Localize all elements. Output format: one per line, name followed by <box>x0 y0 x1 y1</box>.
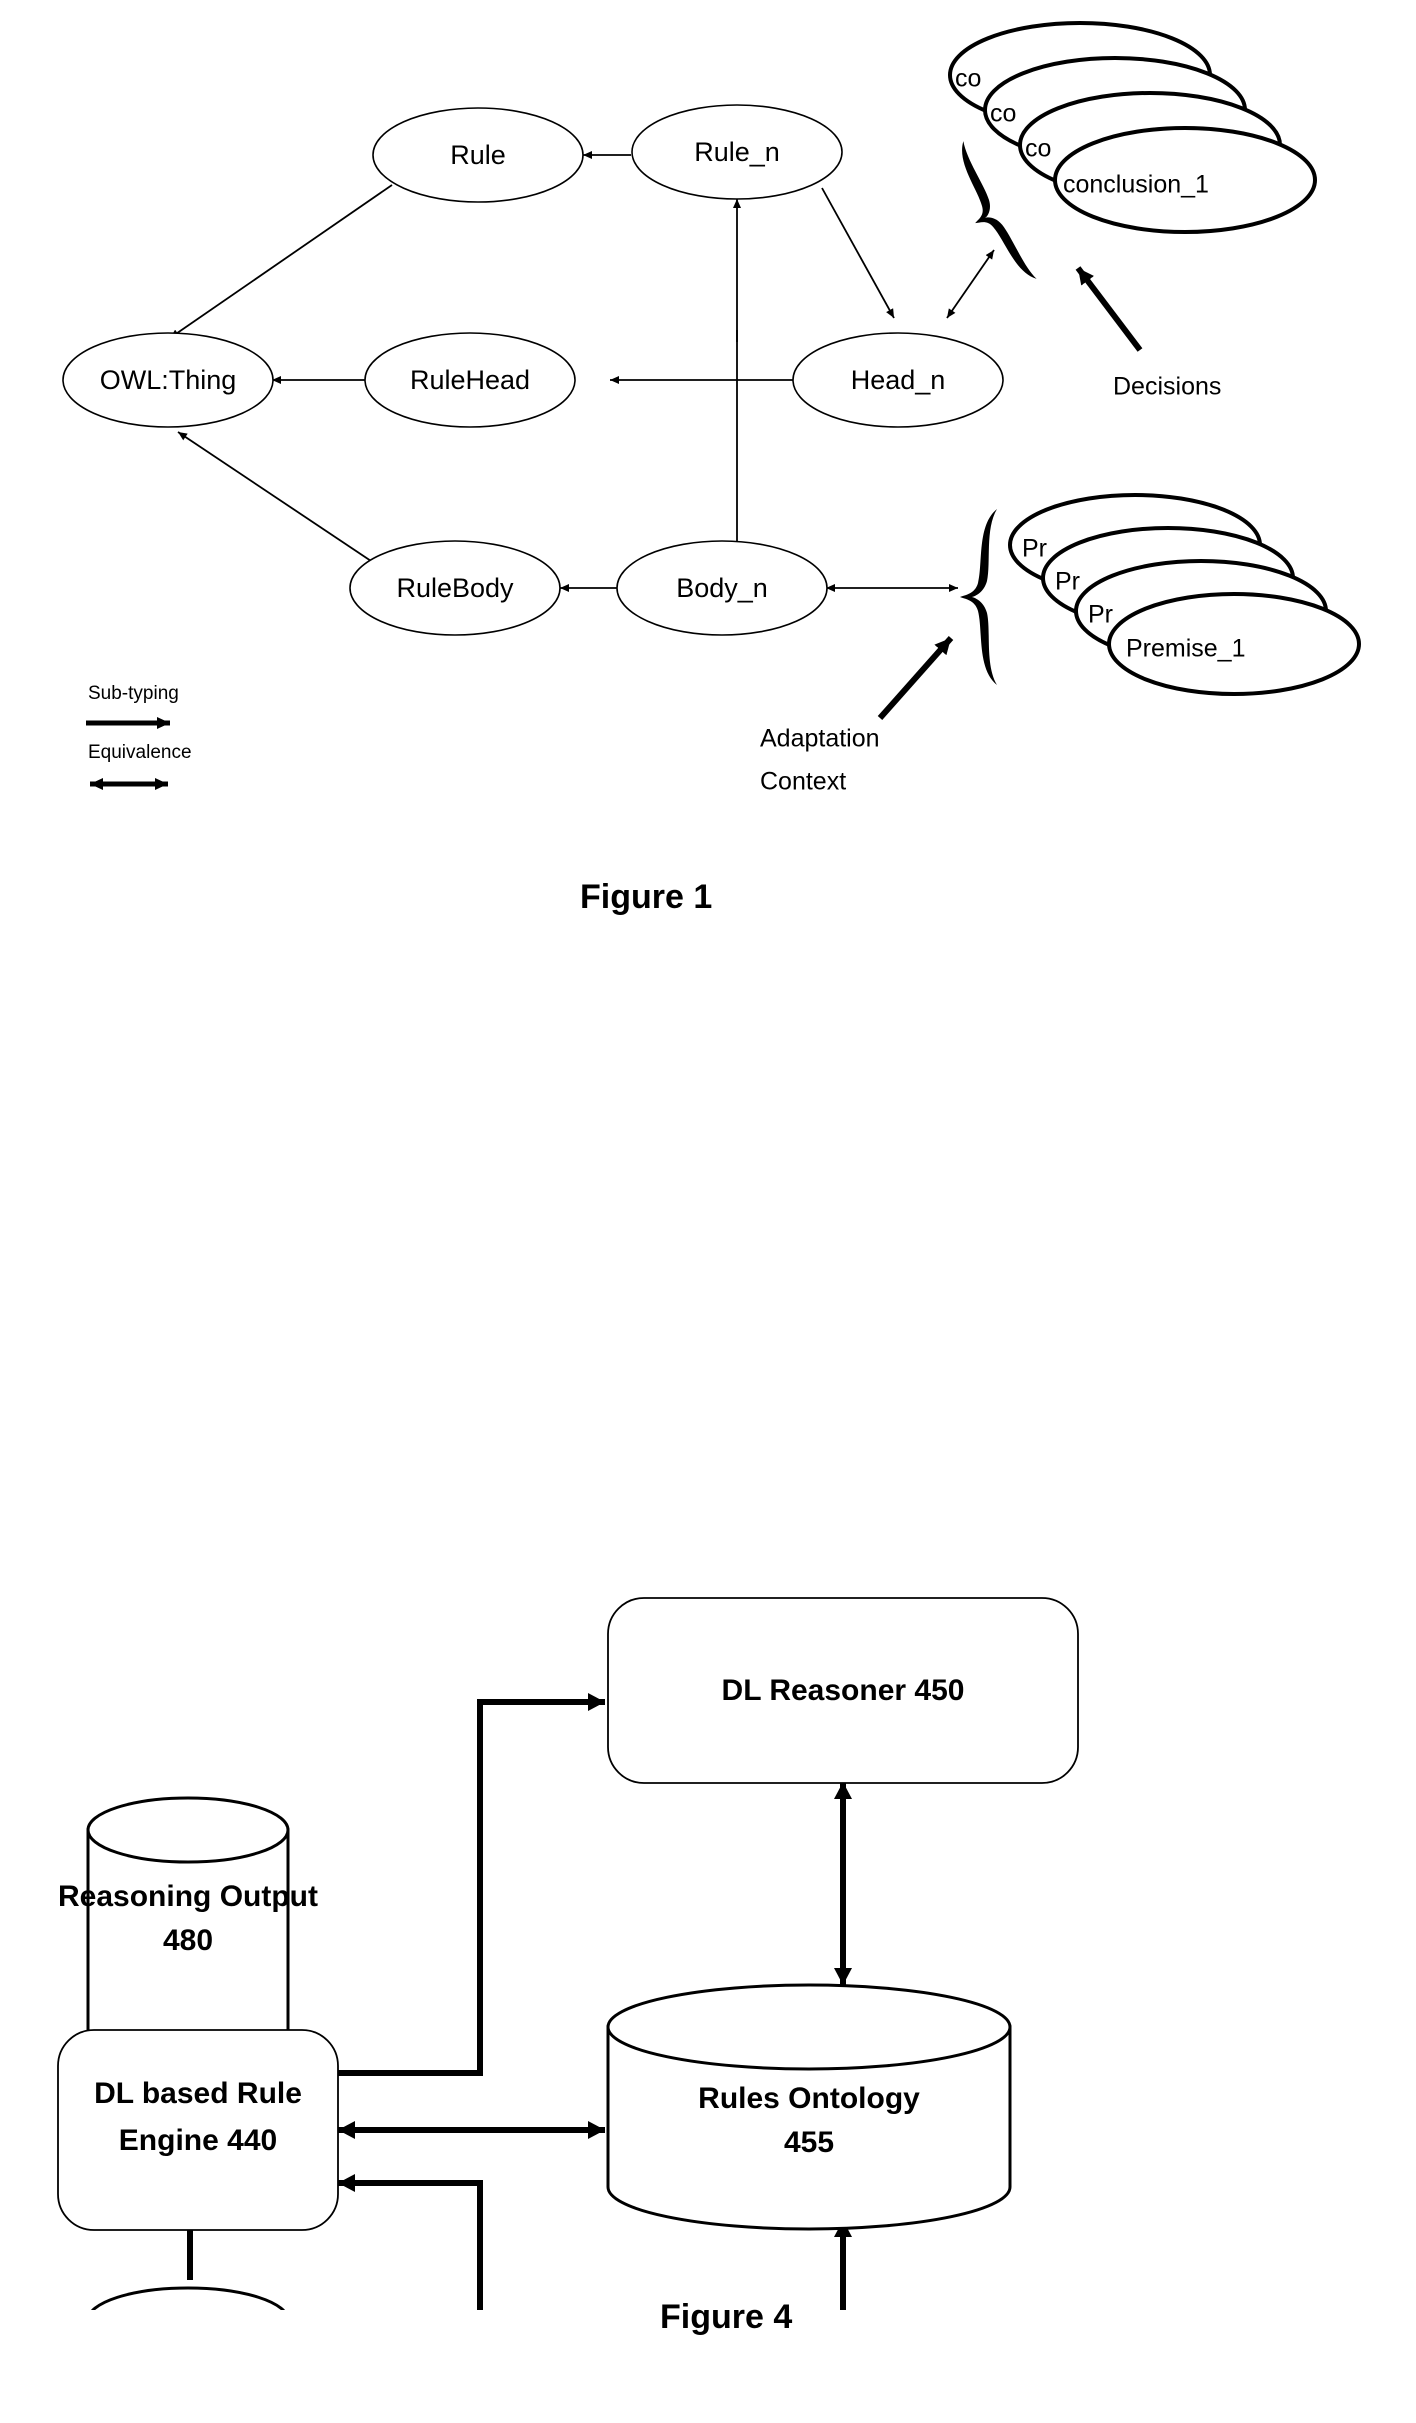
rules-ontology-line2: 455 <box>784 2126 834 2159</box>
conclusion-back-label-3: co <box>955 65 981 93</box>
rules-ontology-line1: Rules Ontology <box>698 2082 920 2115</box>
premises-stack: Pr Pr Pr Premise_1 <box>1008 493 1361 696</box>
node-body-n-label: Body_n <box>676 573 768 603</box>
edge-engine-to-dl-reasoner <box>330 1693 605 2076</box>
node-rule-head: RuleHead <box>364 332 576 428</box>
decisions-brace <box>962 141 1037 279</box>
node-rule-n-label: Rule_n <box>694 137 780 167</box>
legend-sub-typing-label: Sub-typing <box>88 683 179 704</box>
reasoning-output-line2: 480 <box>163 1924 213 1957</box>
node-head-n: Head_n <box>792 332 1004 428</box>
edge-rulebody-to-owlthing <box>177 431 381 568</box>
figure-1-diagram: Rule Rule_n OWL:Thing RuleHead Head_n Ru… <box>62 21 1361 796</box>
node-rule-label: Rule <box>450 140 506 170</box>
premise-back-label-1: Pr <box>1088 601 1113 629</box>
block-dl-reasoner: DL Reasoner 450 <box>607 1597 1079 1784</box>
reasoning-output-line1: Reasoning Output <box>58 1880 318 1913</box>
block-reasoning-output: Reasoning Output 480 <box>58 1796 318 2064</box>
node-owl-thing-label: OWL:Thing <box>100 365 237 395</box>
legend-equivalence-label: Equivalence <box>88 742 192 763</box>
adaptation-context-label-line2: Context <box>760 768 846 796</box>
adaptation-context-label-line1: Adaptation <box>760 725 880 753</box>
conclusion-back-label-1: co <box>1025 135 1051 163</box>
node-body-n: Body_n <box>616 540 828 636</box>
edge-rule-to-owlthing <box>169 184 393 339</box>
premise-back-label-3: Pr <box>1022 535 1047 563</box>
node-rule: Rule <box>372 107 584 203</box>
block-dl-rule-engine: DL based Rule Engine 440 <box>57 2029 339 2231</box>
dl-reasoner-line1: DL Reasoner 450 <box>722 1674 965 1707</box>
node-rule-head-label: RuleHead <box>410 365 530 395</box>
premise-front-label: Premise_1 <box>1126 635 1246 663</box>
patent-figures-page: Rule Rule_n OWL:Thing RuleHead Head_n Ru… <box>0 0 1416 2423</box>
figure-4-caption: Figure 4 <box>660 2298 793 2336</box>
decisions-callout: Decisions <box>1075 266 1221 401</box>
premise-back-label-2: Pr <box>1055 568 1080 596</box>
block-reasoning-input: Reasoning Input 420 <box>90 2286 286 2310</box>
node-rule-n: Rule_n <box>631 104 843 200</box>
dl-rule-engine-line1: DL based Rule <box>94 2077 302 2110</box>
conclusions-stack: co co co conclusion_1 <box>948 21 1317 234</box>
node-head-n-label: Head_n <box>851 365 946 395</box>
conclusion-back-label-2: co <box>990 100 1016 128</box>
node-owl-thing: OWL:Thing <box>62 332 274 428</box>
node-rule-body-label: RuleBody <box>396 573 514 603</box>
conclusion-front-label: conclusion_1 <box>1063 171 1209 199</box>
node-rule-body: RuleBody <box>349 540 561 636</box>
block-rules-ontology: Rules Ontology 455 <box>606 1983 1012 2231</box>
figure-1-caption: Figure 1 <box>580 878 713 916</box>
edge-headn-to-conclusions <box>946 249 995 319</box>
decisions-callout-label: Decisions <box>1113 373 1221 401</box>
figure-1-legend: Sub-typing Equivalence <box>86 683 192 790</box>
edge-rulen-to-headn-diagonal <box>821 187 895 319</box>
adaptation-context-brace <box>960 509 997 685</box>
adaptation-context-callout: Adaptation Context <box>760 636 954 796</box>
edge-facts-parser-to-engine <box>338 2174 483 2310</box>
figure-4-diagram: Reasoning Output 480 DL Reasoner 450 DL … <box>57 1597 1079 2310</box>
dl-rule-engine-line2: Engine 440 <box>119 2124 277 2157</box>
